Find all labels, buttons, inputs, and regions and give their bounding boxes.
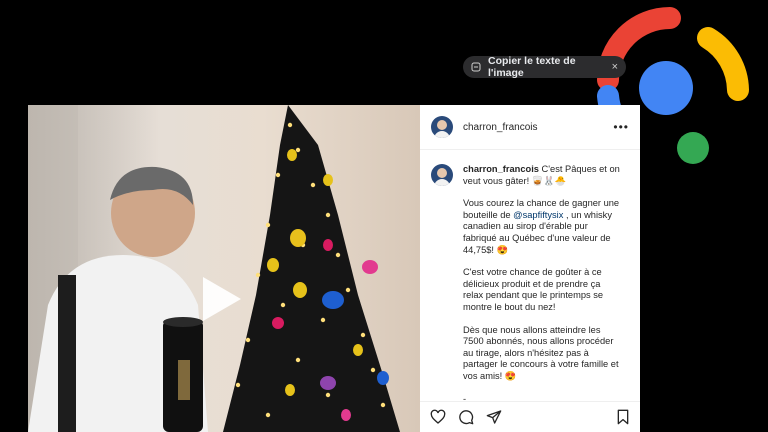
- more-options-icon[interactable]: •••: [613, 120, 629, 134]
- copy-image-text-chip[interactable]: Copier le texte de l'image ×: [463, 55, 626, 79]
- text-select-icon: [471, 62, 481, 72]
- post-header: charron_francois •••: [420, 105, 640, 150]
- caption-paragraph-3: C'est votre chance de goûter à ce délici…: [463, 267, 604, 312]
- play-button[interactable]: [203, 277, 241, 321]
- close-chip-icon[interactable]: ×: [612, 61, 618, 73]
- bottle-top: [163, 317, 203, 327]
- caption-avatar[interactable]: [431, 164, 453, 186]
- instagram-post-panel: charron_francois ••• charron_francois C'…: [420, 105, 640, 432]
- post-actions-bar: [420, 401, 640, 432]
- caption-paragraph-4: Dès que nous allons atteindre les 7500 a…: [463, 324, 619, 381]
- like-heart-icon[interactable]: [430, 409, 446, 425]
- lens-green-dot: [677, 132, 709, 164]
- share-send-icon[interactable]: [486, 409, 502, 425]
- caption-paragraph-2: Vous courez la chance de gagner une bout…: [463, 198, 623, 256]
- lens-center-dot: [639, 61, 693, 115]
- caption-username-link[interactable]: charron_francois: [463, 164, 539, 174]
- post-video[interactable]: [28, 105, 420, 432]
- mention-link[interactable]: @sapfiftysix: [513, 210, 563, 220]
- caption-paragraph-1: charron_francois C'est Pâques et on veut…: [463, 164, 623, 187]
- copy-text-label: Copier le texte de l'image: [488, 55, 576, 79]
- header-username-link[interactable]: charron_francois: [463, 122, 537, 133]
- avatar[interactable]: [431, 116, 453, 138]
- post-caption: charron_francois C'est Pâques et on veut…: [420, 150, 640, 416]
- comment-icon[interactable]: [458, 409, 474, 425]
- caption-body: charron_francois C'est Pâques et on veut…: [463, 164, 623, 416]
- lens-yellow-arc: [697, 27, 749, 101]
- video-scene: [28, 105, 400, 432]
- bookmark-icon[interactable]: [616, 409, 630, 425]
- bottle-label: [178, 360, 190, 400]
- shirt-stripe: [58, 275, 76, 432]
